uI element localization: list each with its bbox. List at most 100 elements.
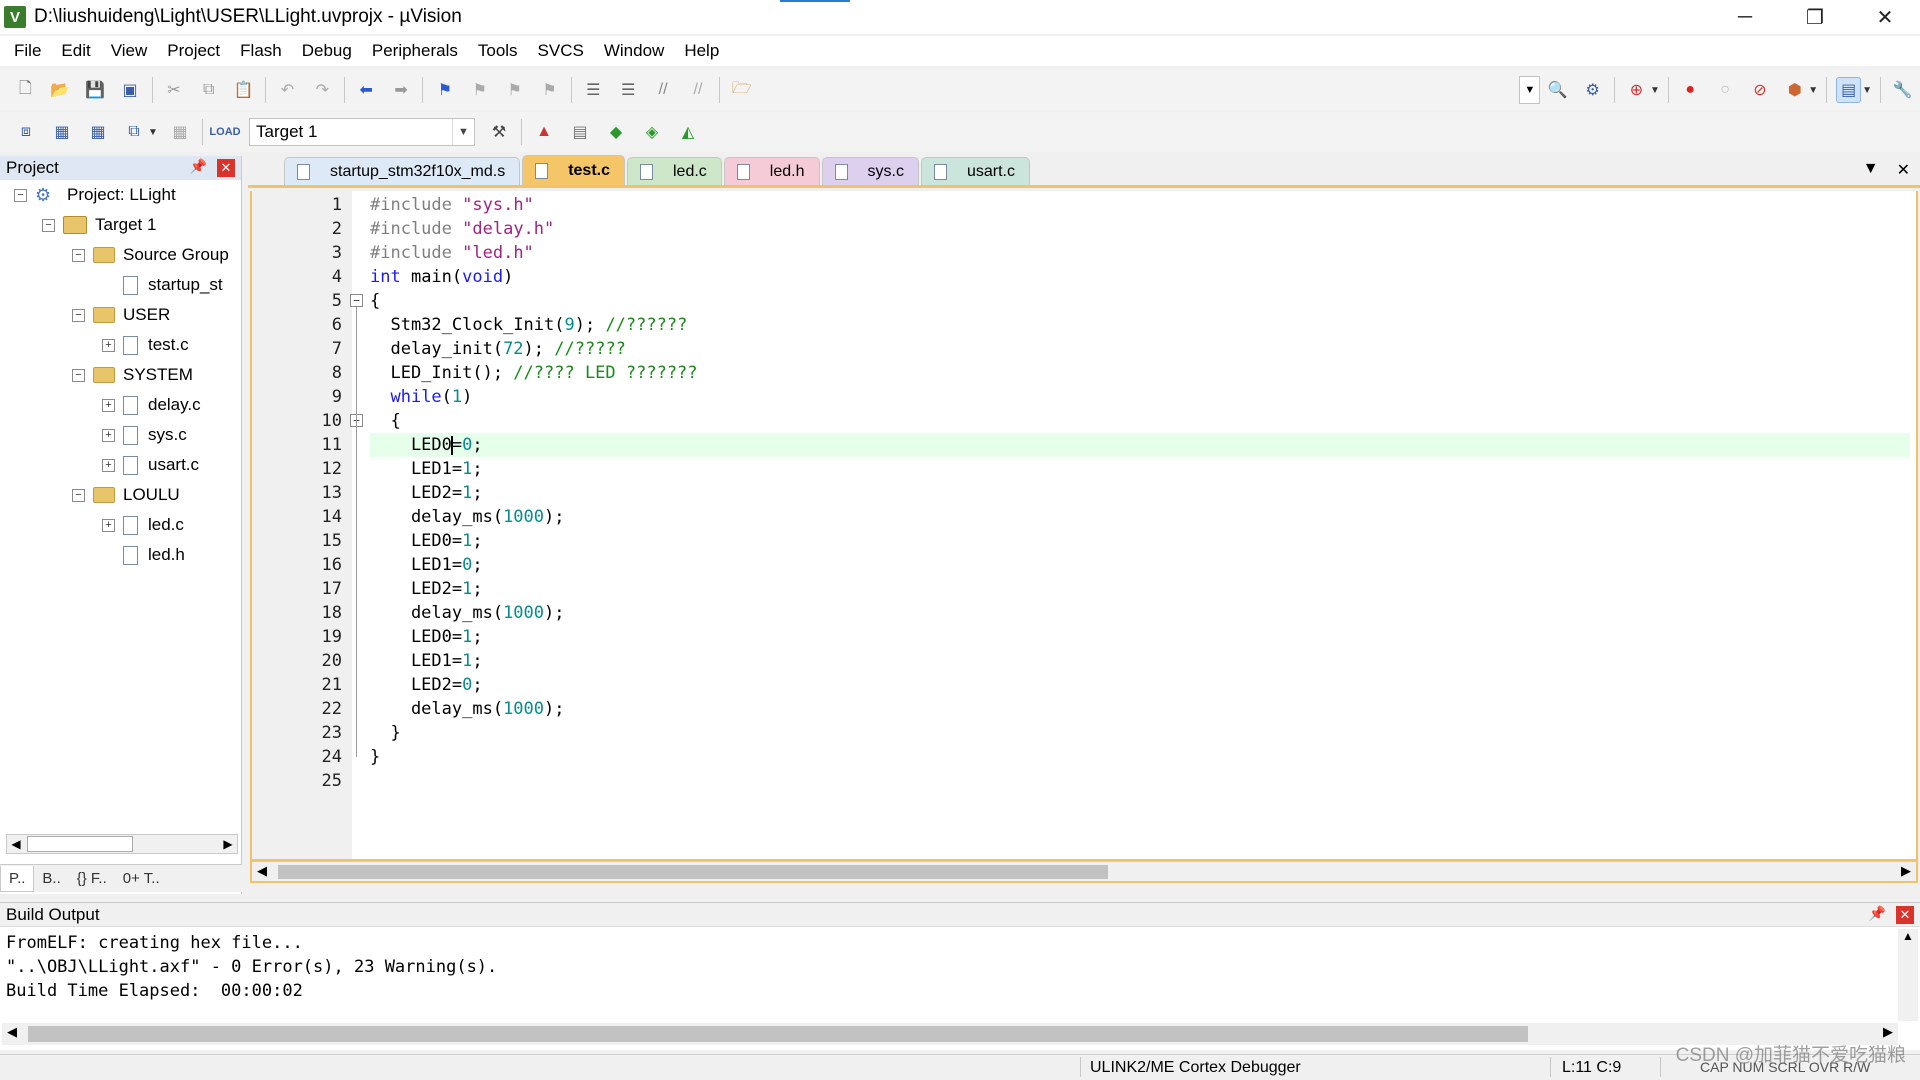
bookmark-icon[interactable]: ⚑ bbox=[432, 77, 457, 103]
code-line[interactable]: 15 LED0=1; bbox=[252, 529, 1916, 553]
code-line[interactable]: 11 LED0=0; bbox=[252, 433, 1916, 457]
expand-icon[interactable]: + bbox=[102, 458, 115, 472]
chevron-down-icon[interactable]: ▼ bbox=[1862, 85, 1872, 96]
bookmark-next-icon[interactable]: ⚑ bbox=[502, 77, 527, 103]
tree-item-target[interactable]: − Target 1 bbox=[42, 212, 156, 238]
tab-templates[interactable]: 0+ T.. bbox=[115, 866, 168, 892]
code-line[interactable]: 19 LED0=1; bbox=[252, 625, 1916, 649]
comment-icon[interactable]: // bbox=[651, 77, 676, 103]
configure-wrench-icon[interactable]: 🔧 bbox=[1890, 77, 1915, 103]
build-hscrollbar[interactable]: ◀ ▶ bbox=[2, 1023, 1898, 1045]
chevron-down-icon[interactable]: ▼ bbox=[1808, 85, 1818, 96]
code-line[interactable]: 8 LED_Init(); //???? LED ??????? bbox=[252, 361, 1916, 385]
run-time-environment-icon[interactable]: ◭ bbox=[675, 119, 701, 145]
tree-item-folder[interactable]: − Source Group bbox=[72, 242, 229, 268]
menu-view[interactable]: View bbox=[101, 41, 158, 61]
expand-icon[interactable]: + bbox=[102, 428, 115, 442]
menu-tools[interactable]: Tools bbox=[468, 41, 528, 61]
pin-icon[interactable]: 📌 bbox=[1869, 905, 1886, 922]
find-icon[interactable]: 🔍 bbox=[1545, 77, 1570, 103]
tree-item-folder[interactable]: − USER bbox=[72, 302, 170, 328]
close-tab-icon[interactable]: ✕ bbox=[1897, 160, 1910, 180]
menu-flash[interactable]: Flash bbox=[230, 41, 292, 61]
code-line[interactable]: 2 #include "delay.h" bbox=[252, 217, 1916, 241]
menu-svcs[interactable]: SVCS bbox=[528, 41, 594, 61]
code-line[interactable]: 7 delay_init(72); //????? bbox=[252, 337, 1916, 361]
navigate-forward-icon[interactable]: ➡ bbox=[389, 77, 414, 103]
bookmark-prev-icon[interactable]: ⚑ bbox=[467, 77, 492, 103]
collapse-icon[interactable]: − bbox=[42, 218, 55, 232]
tree-item-folder[interactable]: − SYSTEM bbox=[72, 362, 193, 388]
code-line[interactable]: 1 #include "sys.h" bbox=[252, 193, 1916, 217]
tree-item-file[interactable]: + usart.c bbox=[102, 452, 199, 478]
scroll-left-icon[interactable]: ◀ bbox=[2, 1024, 22, 1040]
menu-file[interactable]: File bbox=[4, 41, 51, 61]
kill-breakpoints-icon[interactable]: ⬢ bbox=[1782, 77, 1807, 103]
scroll-thumb[interactable] bbox=[278, 865, 1108, 879]
collapse-icon[interactable]: − bbox=[72, 248, 85, 262]
manage-components-icon[interactable]: ▲ bbox=[531, 119, 557, 145]
expand-icon[interactable]: + bbox=[102, 338, 115, 352]
restore-button[interactable]: ❐ bbox=[1780, 0, 1850, 34]
chevron-down-icon[interactable]: ▼ bbox=[1650, 85, 1660, 96]
menu-project[interactable]: Project bbox=[157, 41, 230, 61]
scroll-thumb[interactable] bbox=[28, 1026, 1528, 1042]
code-line[interactable]: 14 delay_ms(1000); bbox=[252, 505, 1916, 529]
editor-hscrollbar[interactable]: ◀ ▶ bbox=[250, 861, 1918, 883]
find-combo-dropdown[interactable]: ▼ bbox=[1519, 76, 1541, 104]
tree-item-folder[interactable]: − LOULU bbox=[72, 482, 180, 508]
tree-item-file[interactable]: + led.c bbox=[102, 512, 184, 538]
code-line[interactable]: 13 LED2=1; bbox=[252, 481, 1916, 505]
close-icon[interactable]: ✕ bbox=[1896, 906, 1914, 924]
scroll-right-icon[interactable]: ▶ bbox=[219, 835, 237, 853]
tab-file[interactable]: sys.c bbox=[821, 157, 919, 185]
build-vscrollbar[interactable]: ▲ bbox=[1898, 929, 1918, 1021]
fold-collapse-icon[interactable]: − bbox=[350, 294, 363, 307]
menu-debug[interactable]: Debug bbox=[292, 41, 362, 61]
find-in-files-icon[interactable]: 🗁 bbox=[729, 77, 754, 103]
code-line[interactable]: 21 LED2=0; bbox=[252, 673, 1916, 697]
stop-build-icon[interactable]: ▦ bbox=[167, 119, 193, 145]
tab-file[interactable]: startup_stm32f10x_md.s bbox=[284, 157, 521, 185]
target-select[interactable]: Target 1 ▼ bbox=[249, 118, 475, 146]
close-button[interactable]: ✕ bbox=[1850, 0, 1920, 34]
collapse-icon[interactable]: − bbox=[72, 488, 85, 502]
save-icon[interactable]: 💾 bbox=[83, 77, 108, 103]
window-layout-icon[interactable]: ▤ bbox=[1836, 77, 1862, 103]
code-line[interactable]: 4 int main(void) bbox=[252, 265, 1916, 289]
close-icon[interactable]: ✕ bbox=[217, 159, 235, 177]
expand-icon[interactable]: + bbox=[102, 398, 115, 412]
debug-session-icon[interactable]: ⊕ bbox=[1624, 77, 1649, 103]
scroll-left-icon[interactable]: ◀ bbox=[7, 835, 25, 853]
scroll-right-icon[interactable]: ▶ bbox=[1878, 1024, 1898, 1040]
tab-file[interactable]: led.c bbox=[627, 157, 722, 185]
scroll-thumb[interactable] bbox=[27, 836, 133, 852]
code-line[interactable]: 5 {− bbox=[252, 289, 1916, 313]
scroll-up-icon[interactable]: ▲ bbox=[1898, 929, 1918, 943]
tab-list-dropdown-icon[interactable]: ▼ bbox=[1863, 160, 1879, 180]
translate-icon[interactable]: ⧈ bbox=[13, 119, 39, 145]
pin-icon[interactable]: 📌 bbox=[190, 158, 207, 175]
tab-file[interactable]: led.h bbox=[723, 157, 820, 185]
navigate-back-icon[interactable]: ⬅ bbox=[354, 77, 379, 103]
tab-project[interactable]: P.. bbox=[0, 865, 35, 892]
disable-all-breakpoints-icon[interactable]: ⊘ bbox=[1748, 77, 1773, 103]
minimize-button[interactable]: ─ bbox=[1710, 0, 1780, 34]
collapse-icon[interactable]: − bbox=[72, 368, 85, 382]
redo-icon[interactable]: ↷ bbox=[310, 77, 335, 103]
menu-window[interactable]: Window bbox=[594, 41, 674, 61]
bookmark-clear-icon[interactable]: ⚑ bbox=[537, 77, 562, 103]
pack-installer-icon[interactable]: ◈ bbox=[639, 119, 665, 145]
code-line[interactable]: 17 LED2=1; bbox=[252, 577, 1916, 601]
code-line[interactable]: 6 Stm32_Clock_Init(9); //?????? bbox=[252, 313, 1916, 337]
code-line[interactable]: 3 #include "led.h" bbox=[252, 241, 1916, 265]
tab-books[interactable]: B.. bbox=[34, 866, 68, 892]
code-line[interactable]: 16 LED1=0; bbox=[252, 553, 1916, 577]
indent-icon[interactable]: ☰ bbox=[581, 77, 606, 103]
tab-file[interactable]: usart.c bbox=[920, 157, 1030, 185]
code-line[interactable]: 24} bbox=[252, 745, 1916, 769]
code-line[interactable]: 23 } bbox=[252, 721, 1916, 745]
rebuild-icon[interactable]: ▦ bbox=[85, 119, 111, 145]
tab-functions[interactable]: {} F.. bbox=[69, 866, 115, 892]
batch-build-icon[interactable]: ⧉ bbox=[121, 119, 147, 145]
